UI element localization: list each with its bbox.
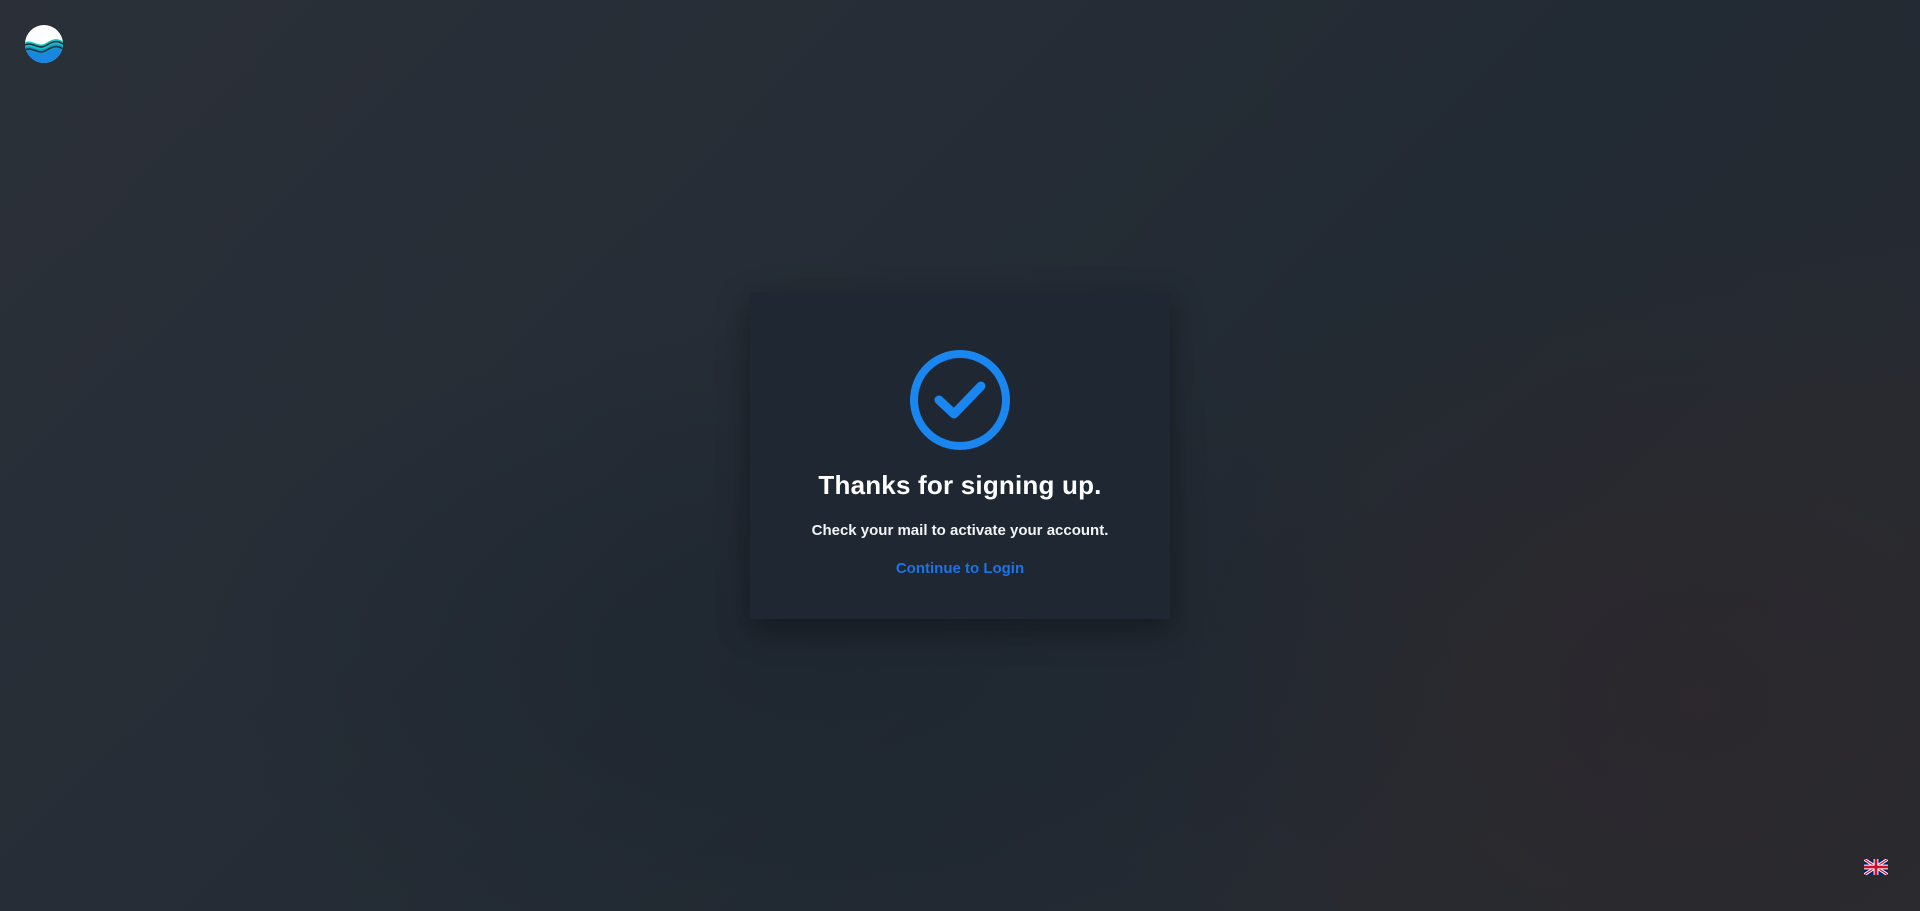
continue-to-login-link[interactable]: Continue to Login (750, 560, 1170, 577)
signup-success-card: Thanks for signing up. Check your mail t… (750, 292, 1170, 619)
page-title: Thanks for signing up. (818, 470, 1102, 500)
check-circle-icon (910, 350, 1010, 450)
activation-message: Check your mail to activate your account… (811, 522, 1109, 539)
language-selector[interactable] (1864, 858, 1888, 876)
wave-globe-logo-icon (25, 25, 63, 63)
uk-flag-icon (1864, 859, 1888, 875)
logo[interactable] (24, 24, 64, 64)
